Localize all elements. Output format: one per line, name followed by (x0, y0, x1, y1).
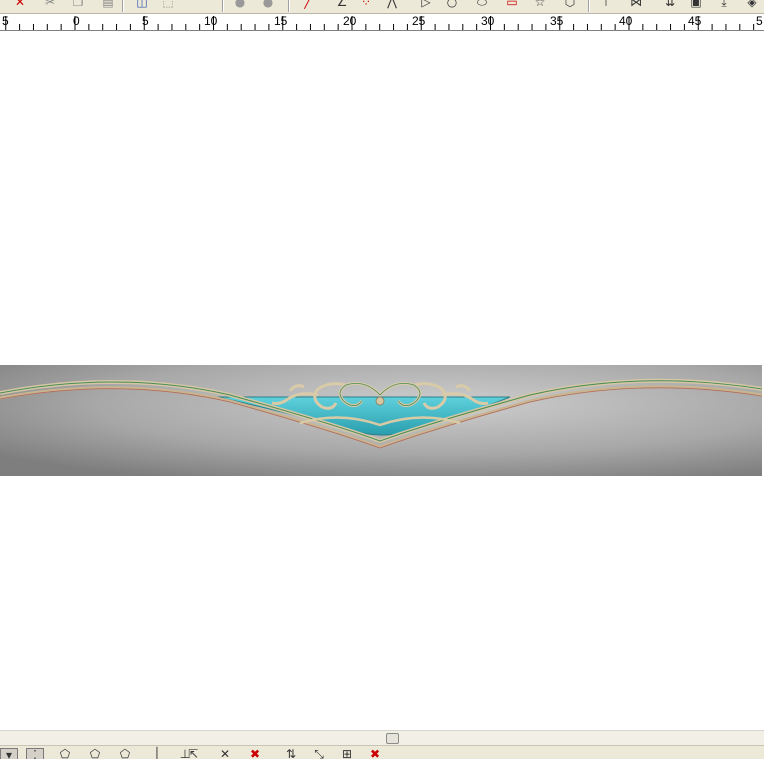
shape-c-icon[interactable]: ⬠ (116, 748, 134, 759)
scrollbar-thumb[interactable] (386, 733, 399, 744)
polygon-icon[interactable]: ⬡ (562, 0, 578, 10)
arrow-left-icon[interactable]: ⇱ (184, 748, 202, 759)
ruler-label: 45 (688, 14, 702, 28)
ruler-label: 40 (619, 14, 633, 28)
ruler-label: 20 (343, 14, 357, 28)
ruler-label: 30 (481, 14, 495, 28)
arrows-v-icon[interactable]: ⇅ (282, 748, 300, 759)
paste-icon[interactable]: ▤ (100, 0, 116, 10)
horizontal-ruler[interactable]: 5 0 5 10 15 20 25 30 35 40 45 5 (0, 14, 764, 31)
cut-icon[interactable]: ✂ (42, 0, 58, 10)
ruler-label: 25 (412, 14, 426, 28)
shape-b-icon[interactable]: ⬠ (86, 748, 104, 759)
delete-red-icon[interactable]: ✖ (366, 748, 384, 759)
ruler-label: 10 (204, 14, 218, 28)
cross-icon[interactable]: ✕ (216, 748, 234, 759)
toolbar-separator (588, 0, 590, 12)
toolbar-separator (122, 0, 124, 12)
down-arrow-icon[interactable]: ⤓ (716, 0, 732, 10)
ruler-label: 35 (550, 14, 564, 28)
transform-icon[interactable]: ⬚ (160, 0, 176, 10)
rectangle-icon[interactable]: ▭ (504, 0, 520, 10)
horizontal-scrollbar[interactable] (0, 730, 764, 745)
align-icon[interactable]: ⇊ (662, 0, 678, 10)
ruler-ticks (5, 16, 755, 30)
drawing-canvas[interactable] (0, 31, 764, 730)
toolbar-separator (222, 0, 224, 12)
relief-artwork (0, 365, 762, 476)
center-boss (375, 396, 385, 406)
ellipse-icon[interactable]: ⬭ (474, 0, 490, 10)
main-toolbar: ✕ ✂ ❐ ▤ ◫ ⬚ ● ● ╱ ∠ ⁘ ⋀ ▷ ○ ⬭ ▭ ☆ ⬡ ⊤ ⋈ ⇊ ▣ ⤓ ◈ (0, 0, 764, 14)
ruler-label: 15 (274, 14, 288, 28)
carved-relief-panel[interactable] (0, 365, 762, 476)
box-icon[interactable]: ▣ (688, 0, 704, 10)
copy-icon[interactable]: ❐ (70, 0, 86, 10)
delete-x-icon[interactable]: ✕ (12, 0, 28, 10)
polyline-icon[interactable]: ⋀ (384, 0, 400, 10)
select-tool-icon[interactable]: ▾ (0, 748, 18, 759)
circle-gray-icon[interactable]: ● (232, 0, 248, 10)
vline-icon[interactable]: │ (148, 748, 166, 759)
triangle-icon[interactable]: ▷ (418, 0, 434, 10)
mirror-icon[interactable]: ⋈ (628, 0, 644, 10)
circle-icon[interactable]: ○ (444, 0, 460, 10)
arrows-diag-icon[interactable]: ⤡ (310, 748, 328, 759)
ruler-label: 5 (756, 14, 763, 28)
ruler-label: 5 (142, 14, 149, 28)
toolbar-separator (288, 0, 290, 12)
ruler-label: 0 (73, 14, 80, 28)
node-icon[interactable]: ⊤ (598, 0, 614, 10)
shape-a-icon[interactable]: ⬠ (56, 748, 74, 759)
layer-icon[interactable]: ◫ (134, 0, 150, 10)
node-tool-icon[interactable]: ⁚ (26, 748, 44, 759)
diamond-icon[interactable]: ◈ (744, 0, 760, 10)
cross-red-icon[interactable]: ✖ (246, 748, 264, 759)
angle-icon[interactable]: ∠ (334, 0, 350, 10)
grid-icon[interactable]: ⊞ (338, 748, 356, 759)
star-icon[interactable]: ☆ (532, 0, 548, 10)
circle-gray-2-icon[interactable]: ● (260, 0, 276, 10)
ruler-label: 5 (2, 14, 9, 28)
bottom-toolbar: ▾ ⁚ ⬠ ⬠ ⬠ │ ⊥ ⇱ ✕ ✖ ⇅ ⤡ ⊞ ✖ (0, 745, 764, 759)
line-icon[interactable]: ╱ (300, 0, 316, 10)
points-icon[interactable]: ⁘ (358, 0, 374, 10)
